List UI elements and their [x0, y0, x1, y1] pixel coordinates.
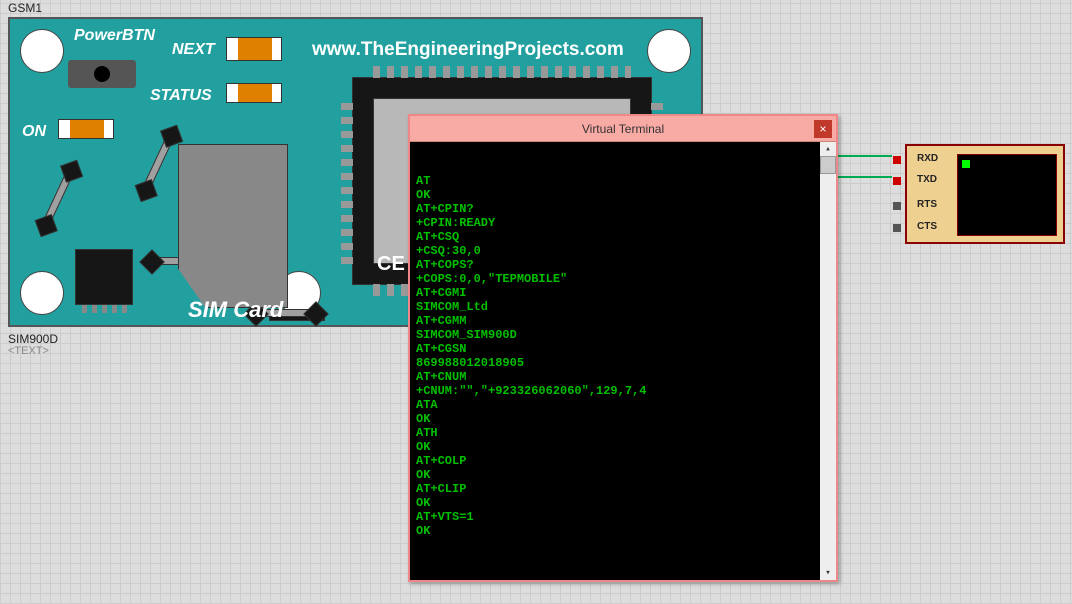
- component-text: <TEXT>: [8, 345, 49, 357]
- close-button[interactable]: ×: [814, 120, 832, 138]
- component-part: SIM900D: [8, 332, 58, 346]
- pin-rts[interactable]: [893, 202, 901, 210]
- resistor: [39, 164, 77, 233]
- pin-label-rts: RTS: [917, 199, 937, 210]
- pin-label-cts: CTS: [917, 221, 937, 232]
- terminal-scrollbar[interactable]: ▴ ▾: [820, 142, 836, 580]
- sim-card-icon: [178, 144, 288, 308]
- label-url: www.TheEngineeringProjects.com: [312, 39, 624, 61]
- label-powerbtn: PowerBTN: [74, 27, 155, 45]
- power-button[interactable]: [68, 60, 136, 88]
- pin-txd[interactable]: [893, 177, 901, 185]
- mounting-pad: [20, 29, 64, 73]
- scroll-up-icon[interactable]: ▴: [820, 142, 836, 156]
- ic-chip: [75, 249, 133, 305]
- component-ref: GSM1: [8, 1, 42, 15]
- scroll-down-icon[interactable]: ▾: [820, 566, 836, 580]
- virtual-terminal-component[interactable]: RXD TXD RTS CTS: [905, 144, 1065, 244]
- vt-mini-screen: [957, 154, 1057, 236]
- pin-label-rxd: RXD: [917, 153, 938, 164]
- label-next: NEXT: [172, 41, 215, 59]
- mounting-pad: [20, 271, 64, 315]
- on-led: [58, 119, 114, 139]
- terminal-title: Virtual Terminal: [582, 122, 664, 136]
- terminal-output: AT OK AT+CPIN? +CPIN:READY AT+CSQ +CSQ:3…: [416, 174, 830, 538]
- terminal-titlebar[interactable]: Virtual Terminal ×: [410, 116, 836, 142]
- label-status: STATUS: [150, 87, 212, 105]
- pin-rxd[interactable]: [893, 156, 901, 164]
- resistor: [139, 129, 177, 198]
- pin-cts[interactable]: [893, 224, 901, 232]
- label-ce: CE: [377, 253, 405, 276]
- virtual-terminal-window[interactable]: Virtual Terminal × AT OK AT+CPIN? +CPIN:…: [408, 114, 838, 582]
- mounting-pad: [647, 29, 691, 73]
- scroll-thumb[interactable]: [820, 156, 836, 174]
- label-sim: SIM Card: [188, 297, 283, 323]
- status-led: [226, 83, 282, 103]
- terminal-body[interactable]: AT OK AT+CPIN? +CPIN:READY AT+CSQ +CSQ:3…: [410, 142, 836, 580]
- label-on: ON: [22, 123, 46, 141]
- next-led: [226, 37, 282, 61]
- pin-label-txd: TXD: [917, 174, 937, 185]
